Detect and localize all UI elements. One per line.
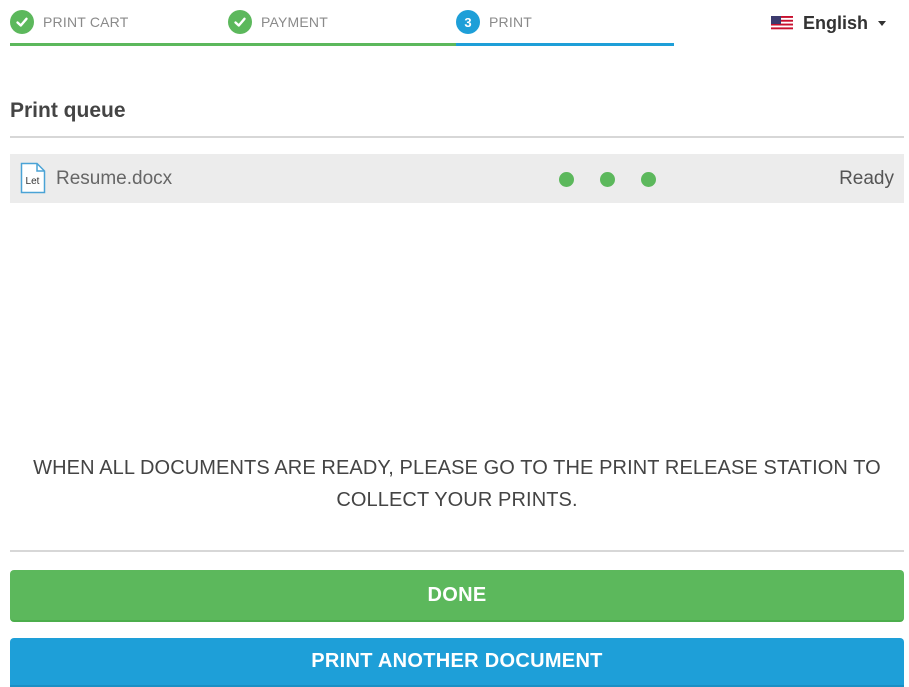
language-selector[interactable]: English [771,11,887,35]
step-label: PAYMENT [261,14,328,30]
document-status: Ready [839,168,894,189]
document-icon: Let [20,162,46,194]
check-icon [228,10,252,34]
step-bar [228,43,456,46]
done-button[interactable]: DONE [10,570,904,622]
step-payment[interactable]: PAYMENT [228,0,456,46]
progress-stepper: PRINT CART PAYMENT 3 PRINT [10,0,674,46]
step-print[interactable]: 3 PRINT [456,0,674,46]
svg-text:Let: Let [26,176,40,187]
step-label: PRINT [489,14,532,30]
document-name: Resume.docx [56,168,173,189]
progress-dot [559,172,574,187]
step-bar [456,43,674,46]
divider [10,550,904,552]
step-label: PRINT CART [43,14,129,30]
divider [10,136,904,138]
progress-dot [641,172,656,187]
step-print-cart[interactable]: PRINT CART [10,0,228,46]
queue-item: Let Resume.docx Ready [10,154,904,203]
progress-dot [600,172,615,187]
queue-title: Print queue [10,99,126,122]
step-bar [10,43,228,46]
caret-down-icon [878,20,887,26]
progress-dots [559,172,682,187]
step-number: 3 [456,10,480,34]
print-another-document-button[interactable]: PRINT ANOTHER DOCUMENT [10,638,904,687]
instruction-message: WHEN ALL DOCUMENTS ARE READY, PLEASE GO … [33,457,881,511]
check-icon [10,10,34,34]
language-label: English [803,12,869,33]
us-flag-icon [771,15,793,31]
